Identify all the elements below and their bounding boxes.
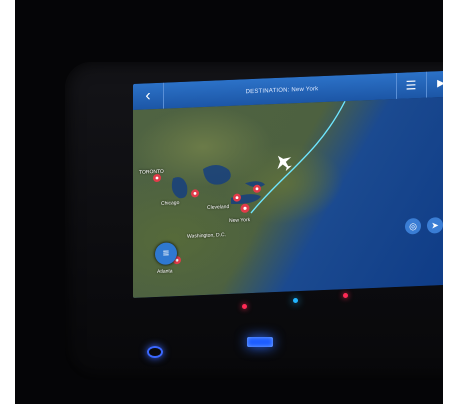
hamburger-icon: ≡ bbox=[162, 247, 170, 260]
city-pins bbox=[153, 173, 261, 265]
map-screen: ‹ DESTINATION: New York ☰ ▶ TORONTO Chic… bbox=[133, 70, 443, 298]
status-led-left bbox=[242, 304, 247, 309]
play-button[interactable]: ▶ bbox=[426, 70, 443, 98]
pin-cleveland-icon bbox=[233, 193, 241, 202]
pin-newyork-icon bbox=[240, 203, 250, 213]
pin-chicago-icon bbox=[191, 189, 199, 198]
status-led-center bbox=[293, 298, 298, 303]
back-button[interactable]: ‹ bbox=[133, 82, 164, 110]
map-label-atlanta: Atlanta bbox=[157, 268, 173, 275]
pin-boston-icon bbox=[253, 184, 261, 193]
photo-background: ‹ DESTINATION: New York ☰ ▶ TORONTO Chic… bbox=[15, 0, 443, 404]
map-label-chicago: Chicago bbox=[161, 200, 180, 207]
map-label-cleveland: Cleveland bbox=[207, 203, 230, 211]
chevron-left-icon: ‹ bbox=[145, 87, 151, 105]
list-icon: ☰ bbox=[405, 78, 417, 93]
list-view-button[interactable]: ☰ bbox=[396, 71, 425, 99]
status-led-right bbox=[343, 293, 348, 298]
map-label-toronto: TORONTO bbox=[139, 168, 164, 176]
map-label-newyork: New York bbox=[229, 217, 251, 224]
usb-port[interactable] bbox=[247, 337, 273, 347]
locate-icon: ◎ bbox=[409, 221, 417, 232]
compass-icon: ➤ bbox=[431, 220, 439, 231]
power-light bbox=[147, 346, 163, 358]
play-icon: ▶ bbox=[437, 77, 443, 90]
flight-map[interactable]: TORONTO Chicago Cleveland New York Washi… bbox=[133, 96, 443, 298]
